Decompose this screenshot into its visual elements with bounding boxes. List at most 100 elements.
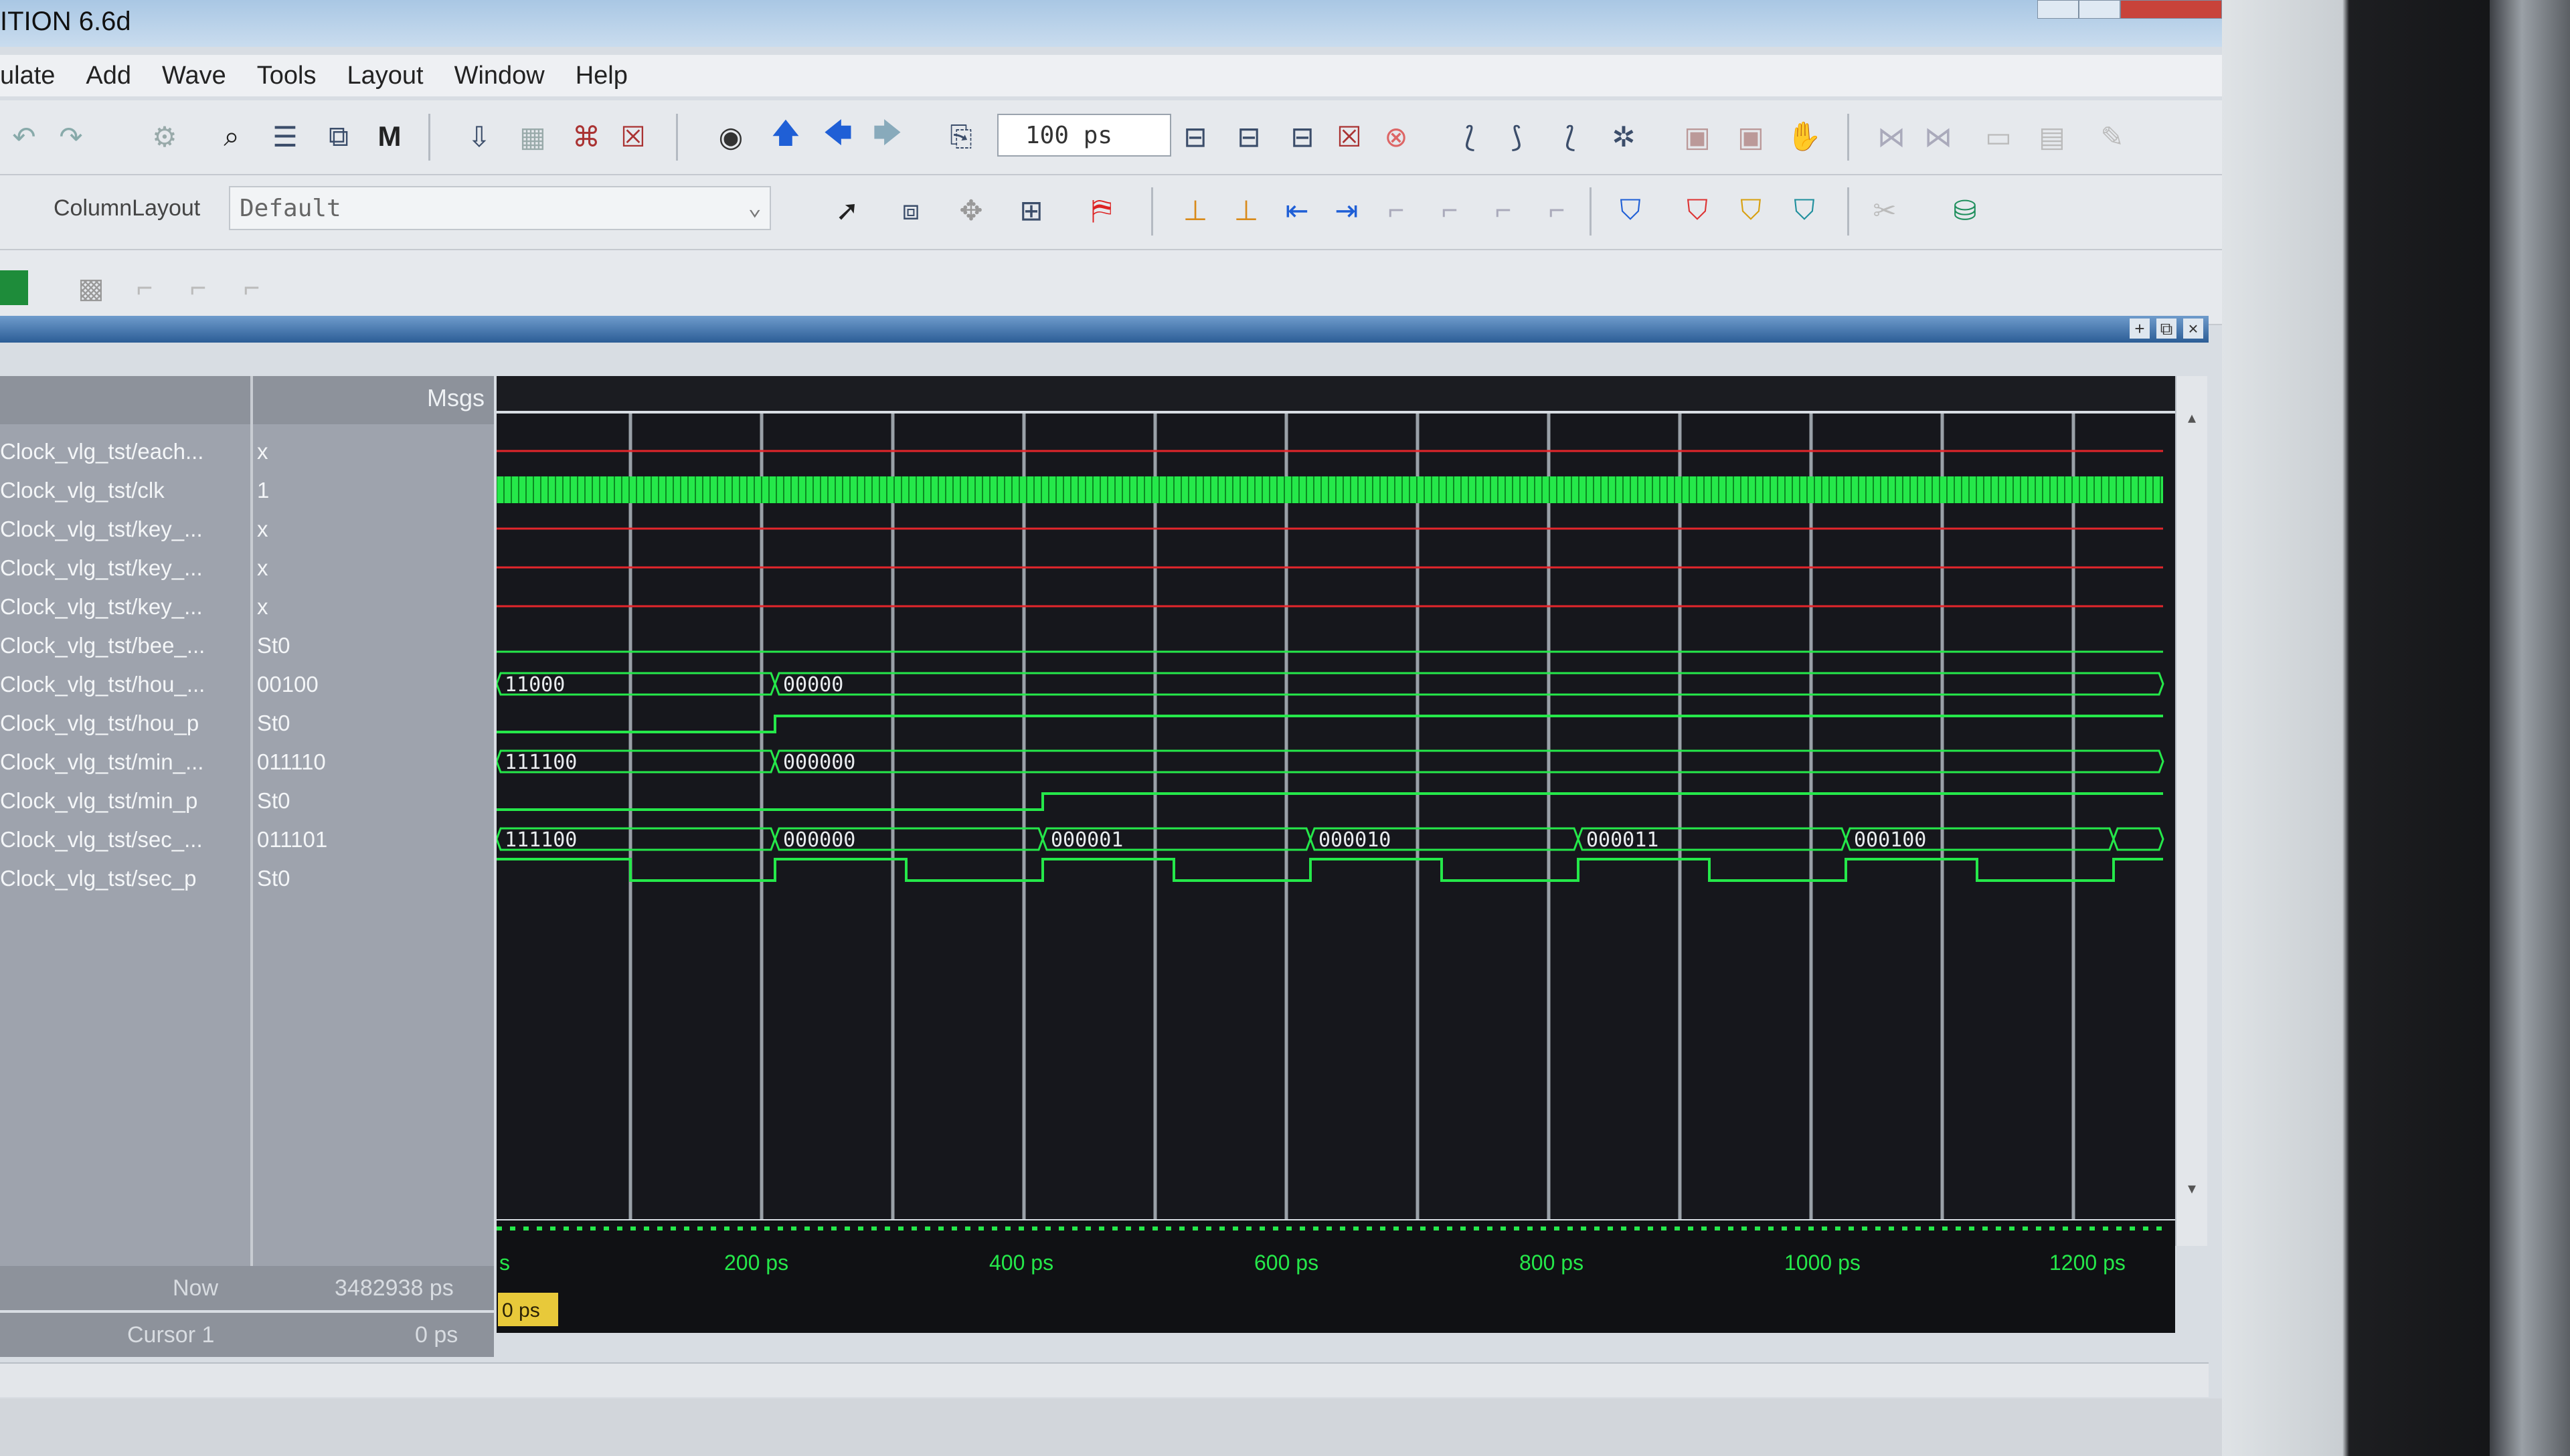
edge-rise-icon[interactable]: ⌐ [127,270,162,305]
gear-icon[interactable]: ⚙ [147,119,182,154]
cursor-select-icon[interactable]: ➚ [830,193,865,227]
waveform-canvas[interactable]: 11000 00000 111100 000000 111100 000000 000001… [497,376,2175,1366]
up-arrow-icon[interactable]: 🡅 [768,117,803,154]
menu-simulate[interactable]: ulate [0,62,55,90]
cursor-value: 0 ps [415,1322,458,1348]
break-icon[interactable]: ☒ [616,119,651,154]
cursor-label[interactable]: Cursor 1 [127,1313,214,1357]
signal-name[interactable]: Clock_vlg_tst/sec_... [0,820,250,859]
hand-icon[interactable]: ✋ [1787,119,1822,154]
add-cursor-icon[interactable]: ⊥ [1178,193,1213,227]
signal-name[interactable]: Clock_vlg_tst/bee_... [0,626,250,665]
chevron-down-icon[interactable]: ⌄ [748,194,762,221]
menu-layout[interactable]: Layout [347,62,423,90]
marker-icon[interactable]: M [372,119,407,154]
step-over-icon[interactable]: ⊟ [1178,119,1213,154]
step-icon[interactable]: ⎘ [944,119,978,154]
layout-save-icon[interactable]: ⛁ [1948,193,1982,227]
wand-icon[interactable]: ✎ [2095,119,2130,154]
run-icon[interactable]: ◉ [713,119,748,154]
grid-pattern-icon[interactable]: ▩ [74,270,108,305]
break-sim-icon[interactable]: ⊗ [1379,119,1414,154]
merge-icon[interactable]: ⋈ [1921,119,1956,154]
snap-icon[interactable]: ⌐ [1379,193,1414,227]
vertical-scrollbar[interactable]: ▴ ▾ [2175,376,2207,1246]
prev-cursor-icon[interactable]: ⇤ [1280,193,1314,227]
menu-add[interactable]: Add [86,62,131,90]
menu-wave[interactable]: Wave [162,62,226,90]
step-into-icon[interactable]: ⊟ [1231,119,1266,154]
split-icon[interactable]: ⋈ [1874,119,1909,154]
move-icon[interactable]: ✥ [954,193,989,227]
menu-window[interactable]: Window [454,62,545,90]
timeline-label: 1000 ps [1784,1251,1861,1275]
delete-cursor-icon[interactable]: ⊥ [1229,193,1264,227]
simulate-icon[interactable]: ⌘ [569,119,604,154]
wave-edit-icon[interactable]: ⛉ [1733,193,1768,227]
msgs-header: Msgs [253,376,494,424]
wave-add-icon[interactable]: ⛉ [1613,193,1648,227]
signal-name[interactable]: Clock_vlg_tst/key_... [0,587,250,626]
scissors-icon[interactable]: ✂ [1867,193,1902,227]
horizontal-scrollbar[interactable] [0,1362,2209,1397]
wave-refresh-icon[interactable]: ⛉ [1787,193,1822,227]
window-title: ITION 6.6d [0,7,131,36]
compile-icon[interactable]: ⇩ [462,119,497,154]
maximize-button[interactable] [2079,0,2120,19]
close-button[interactable] [2120,0,2222,19]
doc-list-icon[interactable]: ▤ [2035,119,2069,154]
edge-prev-icon[interactable]: ⟅ [1553,119,1588,154]
measure-icon[interactable]: ⊞ [1014,193,1049,227]
left-arrow-icon[interactable]: 🡄 [821,117,855,154]
edge-any-icon[interactable]: ⌐ [234,270,269,305]
menu-help[interactable]: Help [576,62,628,90]
add-pane-icon[interactable]: + [2130,318,2150,339]
signal-name[interactable]: Clock_vlg_tst/key_... [0,549,250,587]
close-pane-icon[interactable]: × [2183,318,2203,339]
traffic-light-icon[interactable]: ⛿ [1084,193,1119,227]
grid-icon[interactable]: ▦ [515,119,550,154]
column-layout-select[interactable]: Default ⌄ [229,186,771,230]
signal-name[interactable]: Clock_vlg_tst/sec_p [0,859,250,898]
doc-icon[interactable]: ▭ [1981,119,2016,154]
restore-icon[interactable]: ▣ [1733,119,1768,154]
redo-icon[interactable]: ↷ [54,119,88,154]
column-layout-label: ColumnLayout [54,195,201,221]
right-arrow-icon[interactable]: 🡆 [870,117,905,154]
edge-icon[interactable]: ⟅ [1452,119,1487,154]
snap4-icon[interactable]: ⌐ [1539,193,1574,227]
save-icon[interactable]: ▣ [1680,119,1715,154]
step-out-icon[interactable]: ⊟ [1285,119,1320,154]
stop-icon[interactable]: ☒ [1332,119,1367,154]
edge-fall-icon[interactable]: ⌐ [181,270,216,305]
zoom-box-icon[interactable]: ⧈ [893,193,928,227]
signal-name[interactable]: Clock_vlg_tst/hou_... [0,665,250,704]
scroll-up-icon[interactable]: ▴ [2182,408,2202,428]
waveform-svg[interactable]: 11000 00000 111100 000000 111100 000000 000001… [497,376,2175,1366]
list-icon[interactable]: ☰ [268,119,303,154]
copy-icon[interactable]: ⧉ [321,119,356,154]
next-cursor-icon[interactable]: ⇥ [1329,193,1364,227]
zoom-value-field[interactable]: 100 ps [997,114,1171,157]
find-binoculars-icon[interactable]: ⌕ [214,119,249,154]
undo-icon[interactable]: ↶ [7,119,41,154]
signal-name[interactable]: Clock_vlg_tst/hou_p [0,704,250,743]
wave-remove-icon[interactable]: ⛉ [1680,193,1715,227]
snap2-icon[interactable]: ⌐ [1432,193,1467,227]
minimize-button[interactable] [2037,0,2079,19]
signal-value: 00100 [257,672,319,697]
signal-name[interactable]: Clock_vlg_tst/key_... [0,510,250,549]
signal-value: St0 [257,788,290,813]
signal-name[interactable]: Clock_vlg_tst/clk [0,471,250,510]
signal-name[interactable]: Clock_vlg_tst/min_... [0,743,250,782]
edge-next-icon[interactable]: ⟆ [1499,119,1534,154]
snap3-icon[interactable]: ⌐ [1486,193,1521,227]
signal-name[interactable]: Clock_vlg_tst/min_p [0,782,250,820]
signal-name[interactable]: Clock_vlg_tst/each... [0,432,250,471]
color-swatch[interactable] [0,270,28,305]
scroll-down-icon[interactable]: ▾ [2182,1179,2202,1199]
menu-tools[interactable]: Tools [257,62,317,90]
undock-icon[interactable]: ⧉ [2156,318,2176,339]
bug-icon[interactable]: ✲ [1606,119,1641,154]
bus-value-label: 000011 [1586,828,1658,852]
